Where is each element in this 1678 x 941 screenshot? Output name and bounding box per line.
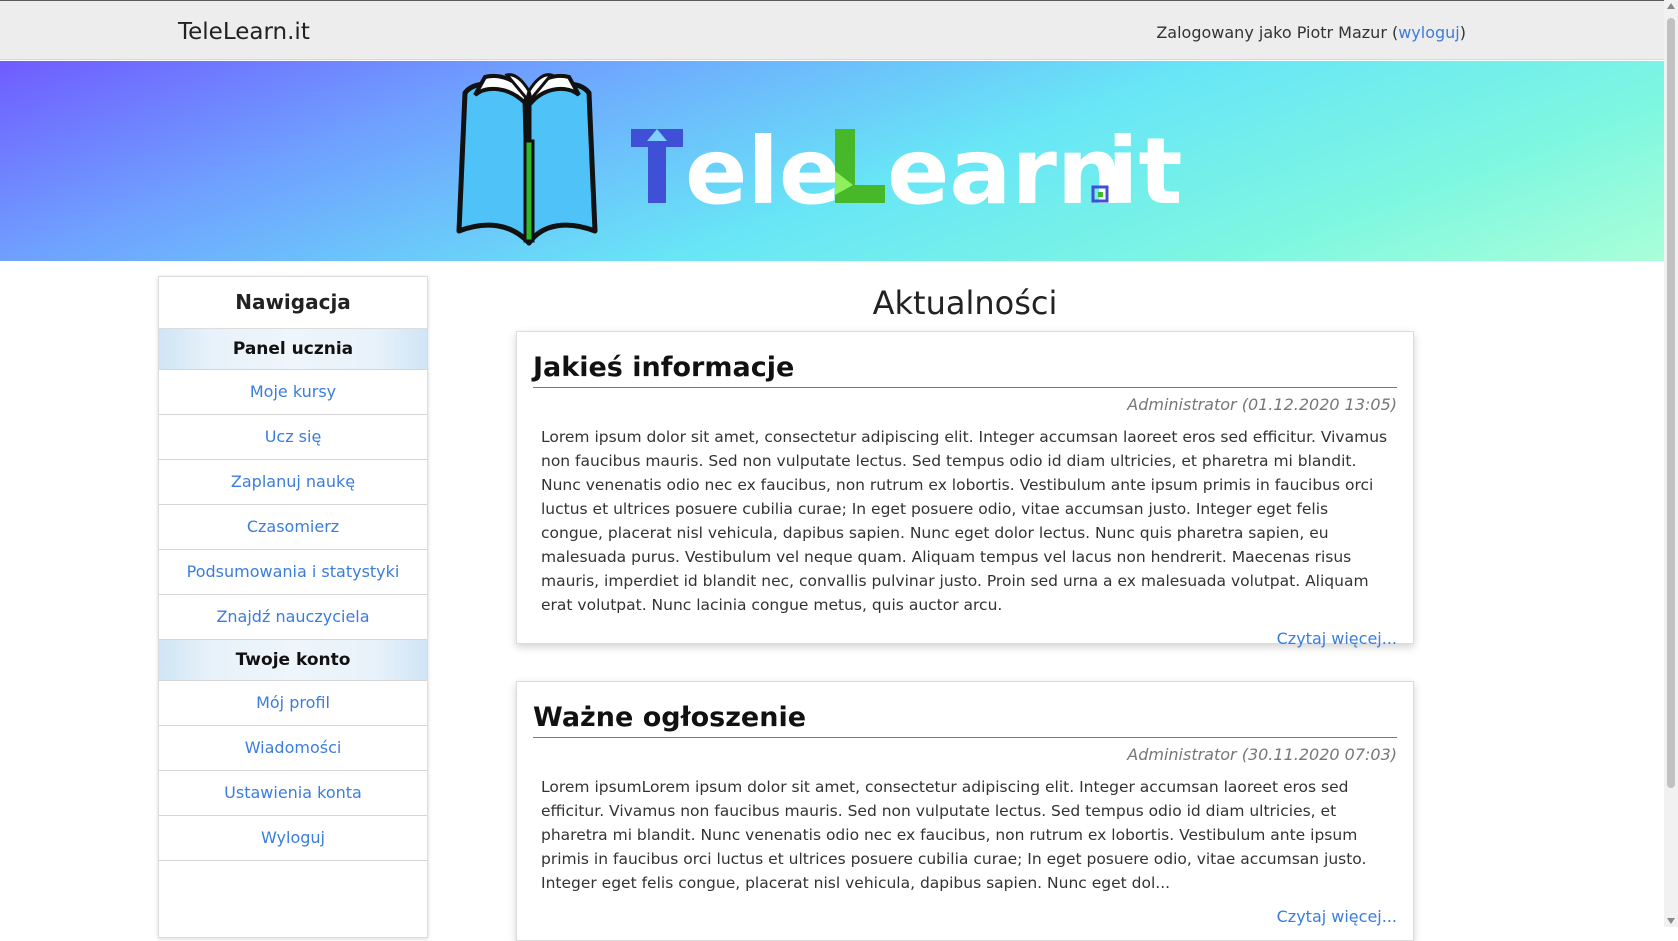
nav-item-timer[interactable]: Czasomierz xyxy=(159,505,427,550)
book-icon xyxy=(456,73,598,246)
logout-link[interactable]: wyloguj xyxy=(1398,23,1460,42)
page-title: Aktualności xyxy=(872,284,1058,322)
nav-item-my-courses[interactable]: Moje kursy xyxy=(159,370,427,415)
post-meta: Administrator (30.11.2020 07:03) xyxy=(1127,745,1397,764)
nav-section-student-panel: Panel ucznia xyxy=(159,329,427,370)
scroll-up-icon[interactable] xyxy=(1667,3,1675,9)
svg-text:earn: earn xyxy=(887,118,1122,225)
scroll-down-icon[interactable] xyxy=(1667,918,1675,924)
post-title: Ważne ogłoszenie xyxy=(533,702,1397,738)
svg-text:it: it xyxy=(1107,118,1183,225)
nav-item-account-settings[interactable]: Ustawienia konta xyxy=(159,771,427,816)
nav-section-your-account: Twoje konto xyxy=(159,640,427,681)
navigation-sidebar: Nawigacja Panel ucznia Moje kursy Ucz si… xyxy=(158,276,428,938)
read-more-link: Czytaj więcej... xyxy=(533,907,1397,926)
nav-item-learn[interactable]: Ucz się xyxy=(159,415,427,460)
telelearn-logo: ele earn it xyxy=(456,73,1183,246)
header-banner: ele earn it xyxy=(0,61,1664,261)
nav-title: Nawigacja xyxy=(159,277,427,329)
nav-item-logout[interactable]: Wyloguj xyxy=(159,816,427,861)
nav-item-summaries-stats[interactable]: Podsumowania i statystyki xyxy=(159,550,427,595)
login-status: Zalogowany jako Piotr Mazur (wyloguj) xyxy=(1156,23,1466,42)
login-prefix: Zalogowany jako Piotr Mazur ( xyxy=(1156,23,1399,42)
post-meta: Administrator (01.12.2020 13:05) xyxy=(1127,395,1397,414)
read-more-text[interactable]: Czytaj więcej... xyxy=(1277,629,1397,648)
nav-item-plan-learning[interactable]: Zaplanuj naukę xyxy=(159,460,427,505)
login-suffix: ) xyxy=(1459,23,1466,42)
post-body: Lorem ipsum dolor sit amet, consectetur … xyxy=(541,428,1388,614)
nav-item-messages[interactable]: Wiadomości xyxy=(159,726,427,771)
svg-text:ele: ele xyxy=(685,118,841,225)
top-navbar: TeleLearn.it Zalogowany jako Piotr Mazur… xyxy=(0,0,1664,60)
nav-item-find-teacher[interactable]: Znajdź nauczyciela xyxy=(159,595,427,640)
news-post: Jakieś informacje Administrator (01.12.2… xyxy=(516,331,1414,648)
read-more-text[interactable]: Czytaj więcej... xyxy=(1277,907,1397,926)
nav-item-my-profile[interactable]: Mój profil xyxy=(159,681,427,726)
post-body: Lorem ipsumLorem ipsum dolor sit amet, c… xyxy=(541,778,1367,892)
post-title: Jakieś informacje xyxy=(533,352,1397,388)
news-post: Ważne ogłoszenie Administrator (30.11.20… xyxy=(516,681,1414,941)
page-scrollbar[interactable] xyxy=(1664,0,1678,927)
brand-name[interactable]: TeleLearn.it xyxy=(178,19,310,45)
scrollbar-thumb[interactable] xyxy=(1667,18,1675,788)
read-more-link: Czytaj więcej... xyxy=(533,629,1397,648)
logo-wordmark: ele earn it xyxy=(631,118,1183,225)
